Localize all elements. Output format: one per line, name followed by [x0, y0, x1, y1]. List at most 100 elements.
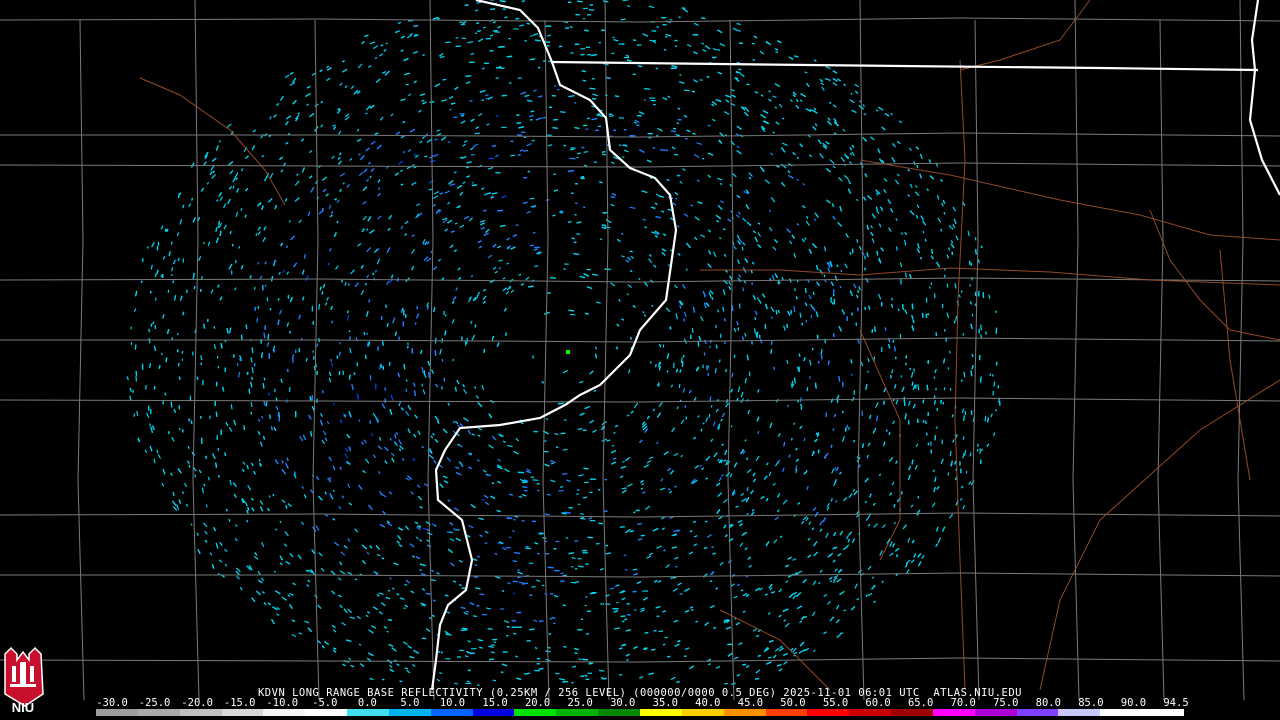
echo-speck: [614, 627, 621, 630]
echo-speck: [661, 251, 666, 256]
echo-speck: [802, 183, 806, 186]
echo-speck: [490, 651, 495, 654]
echo-speck: [914, 464, 918, 470]
echo-speck: [416, 203, 421, 207]
echo-speck: [667, 95, 671, 98]
echo-speck: [834, 479, 837, 484]
echo-speck: [634, 119, 640, 123]
echo-speck: [432, 599, 436, 602]
echo-speck: [651, 304, 654, 308]
echo-speck: [369, 175, 372, 179]
echo-speck: [792, 595, 796, 600]
echo-speck: [625, 629, 632, 632]
echo-speck: [458, 461, 463, 466]
echo-speck: [506, 262, 510, 265]
echo-speck: [268, 495, 271, 498]
echo-speck: [451, 319, 455, 324]
echo-speck: [411, 555, 415, 558]
echo-speck: [533, 619, 538, 622]
echo-speck: [832, 82, 838, 86]
echo-speck: [483, 209, 487, 212]
echo-speck: [808, 154, 813, 158]
echo-speck: [281, 499, 286, 504]
echo-speck: [465, 166, 469, 169]
echo-speck: [613, 38, 619, 42]
echo-speck: [896, 140, 901, 145]
echo-speck: [663, 451, 669, 456]
echo-speck: [285, 141, 289, 145]
echo-speck: [365, 147, 370, 152]
echo-speck: [349, 347, 352, 354]
echo-speck: [410, 491, 414, 495]
echo-speck: [719, 200, 725, 204]
echo-speck: [797, 501, 801, 505]
echo-speck: [512, 560, 517, 563]
echo-speck: [571, 557, 576, 560]
echo-speck: [805, 220, 810, 226]
echo-speck: [364, 458, 370, 464]
echo-speck: [255, 233, 258, 237]
echo-speck: [486, 192, 492, 195]
echo-speck: [889, 552, 894, 557]
echo-speck: [521, 0, 525, 3]
echo-speck: [705, 417, 709, 423]
echo-speck: [252, 129, 256, 133]
echo-speck: [488, 444, 494, 449]
echo-speck: [304, 254, 306, 259]
echo-speck: [679, 305, 682, 309]
echo-speck: [643, 98, 646, 101]
echo-speck: [598, 669, 605, 672]
echo-speck: [341, 622, 347, 626]
echo-speck: [717, 71, 723, 75]
echo-speck: [655, 363, 657, 368]
echo-speck: [332, 489, 335, 493]
echo-speck: [136, 410, 139, 416]
echo-speck: [740, 391, 744, 398]
echo-speck: [354, 528, 359, 533]
echo-speck: [179, 295, 183, 301]
echo-speck: [674, 556, 679, 560]
echo-speck: [759, 338, 763, 344]
echo-speck: [582, 7, 589, 10]
echo-speck: [629, 206, 636, 209]
echo-speck: [793, 651, 798, 655]
echo-speck: [233, 493, 237, 499]
echo-speck: [746, 512, 749, 516]
echo-speck: [284, 74, 290, 79]
echo-speck: [188, 203, 192, 208]
echo-speck: [697, 340, 700, 347]
echo-speck: [718, 359, 721, 363]
echo-speck: [229, 327, 232, 334]
echo-speck: [218, 559, 223, 563]
echo-speck: [744, 332, 747, 337]
echo-speck: [134, 344, 137, 350]
echo-speck: [331, 155, 335, 160]
echo-speck: [762, 293, 766, 298]
echo-speck: [512, 592, 516, 595]
echo-speck: [202, 241, 206, 245]
echo-speck: [719, 42, 725, 47]
echo-speck: [778, 668, 783, 672]
echo-speck: [768, 209, 772, 213]
echo-speck: [871, 576, 875, 579]
echo-speck: [212, 453, 216, 460]
echo-speck: [744, 377, 747, 384]
echo-speck: [778, 103, 783, 108]
echo-speck: [335, 265, 339, 270]
echo-speck: [497, 25, 502, 29]
echo-speck: [954, 476, 958, 481]
echo-speck: [217, 366, 220, 369]
echo-speck: [337, 577, 342, 581]
echo-speck: [423, 256, 429, 262]
echo-speck: [895, 218, 898, 221]
echo-speck: [402, 151, 406, 154]
echo-speck: [153, 345, 157, 352]
echo-speck: [733, 595, 738, 599]
echo-speck: [518, 24, 525, 27]
echo-speck: [384, 446, 389, 452]
echo-speck: [835, 604, 840, 610]
echo-speck: [672, 127, 677, 130]
echo-speck: [637, 538, 643, 541]
echo-speck: [740, 492, 745, 497]
echo-speck: [729, 184, 732, 187]
